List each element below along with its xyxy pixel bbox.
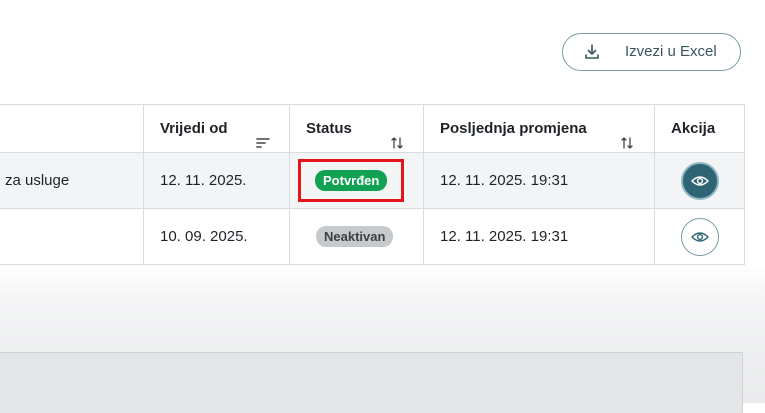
table-header-row: Vrijedi od Status Posljednja promjena Ak… [0,104,745,153]
sort-arrows-icon[interactable] [620,122,634,149]
export-button-label: Izvezi u Excel [625,43,717,60]
sort-arrows-icon[interactable] [390,122,404,149]
view-button[interactable] [680,161,719,200]
header-action: Akcija [654,104,745,153]
export-excel-button[interactable]: Izvezi u Excel [562,33,741,71]
row-valid-from: 12. 11. 2025. [160,172,247,189]
header-valid-from[interactable]: Vrijedi od [143,104,290,153]
view-button[interactable] [680,217,719,256]
status-badge: Neaktivan [316,226,394,247]
header-last-change[interactable]: Posljednja promjena [423,104,655,153]
records-table: Vrijedi od Status Posljednja promjena Ak… [0,104,745,265]
row-valid-from: 10. 09. 2025. [160,228,248,245]
download-icon [583,43,601,61]
table-row[interactable]: za usluge 12. 11. 2025. Potvrđen 12. 11.… [0,152,745,209]
lower-panel [0,352,743,413]
sort-lines-icon[interactable] [256,122,270,148]
row-name: za usluge [5,172,70,189]
row-last-change: 12. 11. 2025. 19:31 [440,172,569,189]
status-highlight-box: Potvrđen [298,159,405,202]
eye-icon [690,231,709,242]
eye-icon [690,175,709,186]
status-badge: Potvrđen [315,170,388,191]
row-last-change: 12. 11. 2025. 19:31 [440,228,569,245]
header-name [0,104,144,153]
header-status[interactable]: Status [289,104,424,153]
table-row[interactable]: 10. 09. 2025. Neaktivan 12. 11. 2025. 19… [0,208,745,265]
